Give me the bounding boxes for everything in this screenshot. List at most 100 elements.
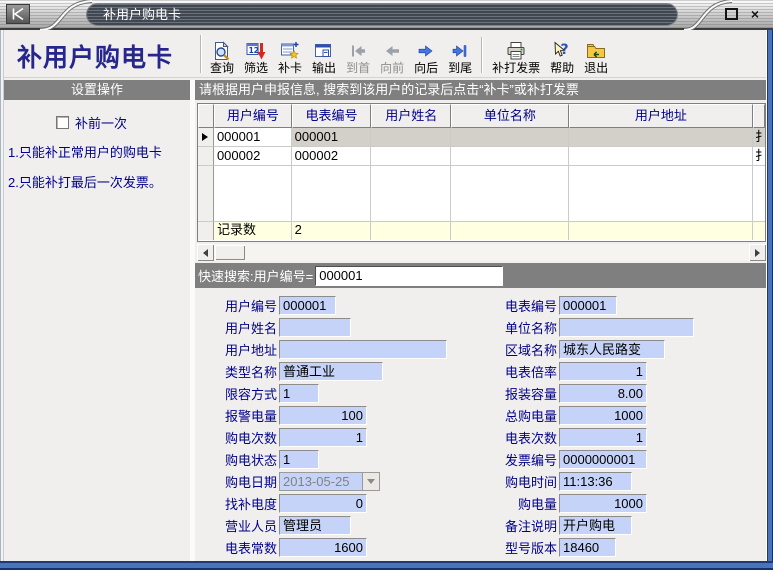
- purchase-time-field[interactable]: 11:13:36: [559, 472, 632, 491]
- help-label: 帮助: [550, 61, 574, 75]
- nav-first-icon: [348, 41, 368, 61]
- cell-meter-id[interactable]: 000002: [292, 147, 372, 166]
- help-button[interactable]: ? 帮助: [546, 40, 578, 77]
- app-window: 补用户购电卡 × 补用户购电卡: [0, 0, 773, 570]
- cell-user-id[interactable]: 000001: [214, 128, 292, 147]
- field-label: 报警电量: [213, 406, 277, 425]
- meter-id-field[interactable]: 000001: [559, 296, 617, 315]
- cell-org-name[interactable]: [451, 128, 569, 147]
- invoice-number-field[interactable]: 0000000001: [559, 450, 647, 469]
- user-name-field[interactable]: [279, 318, 351, 337]
- output-button[interactable]: 输出: [308, 40, 340, 77]
- area-name-field[interactable]: 城东人民路变: [559, 340, 665, 359]
- instruction-banner: 请根据用户申报信息, 搜索到该用户的记录后点击“补卡”或补打发票: [195, 80, 766, 100]
- user-address-field[interactable]: [279, 340, 447, 359]
- table-row[interactable]: 000001 000001 扌: [198, 128, 765, 147]
- svg-text:12: 12: [249, 46, 259, 55]
- detail-form: 用户编号000001 用户姓名 用户地址 类型名称普通工业 限容方式1 报警电量…: [195, 290, 766, 561]
- table-row[interactable]: 000002 000002 扌: [198, 147, 765, 166]
- current-row-arrow-icon: [202, 133, 208, 141]
- nav-last-button[interactable]: 到尾: [444, 40, 476, 77]
- user-table: 用户编号 电表编号 用户姓名 单位名称 用户地址 000001 000001 扌…: [197, 103, 766, 242]
- cell-user-id[interactable]: 000002: [214, 147, 292, 166]
- meter-constant-field[interactable]: 1600: [279, 538, 367, 557]
- field-label: 总购电量: [493, 406, 557, 425]
- alarm-energy-field[interactable]: 100: [279, 406, 367, 425]
- query-button[interactable]: 查询: [206, 40, 238, 77]
- quick-search-input[interactable]: [315, 266, 503, 286]
- field-label: 购电状态: [213, 450, 277, 469]
- reprint-invoice-button[interactable]: 补打发票: [488, 40, 544, 77]
- purchase-status-field[interactable]: 1: [279, 450, 319, 469]
- close-button[interactable]: ×: [747, 6, 763, 22]
- combobox-dropdown-button[interactable]: [362, 472, 380, 491]
- nav-prev-icon: [382, 41, 402, 61]
- adjustment-energy-field[interactable]: 0: [279, 494, 367, 513]
- model-version-field[interactable]: 18460: [559, 538, 616, 557]
- nav-last-icon: [450, 41, 470, 61]
- cell-overflow: 扌: [753, 147, 765, 166]
- nav-last-label: 到尾: [448, 61, 472, 75]
- cell-user-name[interactable]: [371, 147, 451, 166]
- type-name-field[interactable]: 普通工业: [279, 362, 383, 381]
- user-id-field[interactable]: 000001: [279, 296, 336, 315]
- field-label: 型号版本: [493, 538, 557, 557]
- purchase-count-field[interactable]: 1: [279, 428, 367, 447]
- operator-field[interactable]: 管理员: [279, 516, 351, 535]
- window-border-left: [0, 30, 4, 570]
- reissue-card-button[interactable]: 补卡: [274, 40, 306, 77]
- record-count-value: 2: [292, 222, 372, 240]
- cell-org-name[interactable]: [451, 147, 569, 166]
- titlebar-capsule: 补用户购电卡: [86, 3, 678, 26]
- maximize-button[interactable]: [723, 6, 739, 22]
- field-label: 购电时间: [493, 472, 557, 491]
- purchase-date-combobox[interactable]: 2013-05-25: [279, 472, 380, 491]
- org-name-field[interactable]: [559, 318, 694, 337]
- sidebar-header: 设置操作: [4, 80, 190, 100]
- search-icon: [212, 41, 232, 61]
- scrollbar-thumb[interactable]: [215, 245, 245, 260]
- remark-field[interactable]: 开户购电: [559, 516, 632, 535]
- scroll-right-button[interactable]: [749, 244, 766, 261]
- form-right-column: 电表编号000001 单位名称 区域名称城东人民路变 电表倍率1 报装容量8.0…: [493, 296, 694, 560]
- purchase-energy-field[interactable]: 1000: [559, 494, 647, 513]
- quick-search-bar: 快速搜索:用户编号=: [195, 263, 766, 288]
- nav-next-button[interactable]: 向后: [410, 40, 442, 77]
- exit-label: 退出: [584, 61, 608, 75]
- reissue-previous-label: 补前一次: [75, 113, 127, 132]
- output-label: 输出: [312, 61, 336, 75]
- maximize-icon: [725, 8, 738, 20]
- total-purchased-energy-field[interactable]: 1000: [559, 406, 647, 425]
- row-indicator-cell: [198, 147, 214, 166]
- nav-prev-button[interactable]: 向前: [376, 40, 408, 77]
- field-label: 购电次数: [213, 428, 277, 447]
- toolbar-separator: [200, 35, 202, 73]
- cell-user-address[interactable]: [569, 147, 753, 166]
- window-border-right: [766, 30, 773, 570]
- field-label: 区域名称: [493, 340, 557, 359]
- reissue-previous-checkbox[interactable]: [56, 116, 69, 129]
- nav-prev-label: 向前: [380, 61, 404, 75]
- scroll-left-button[interactable]: [197, 244, 214, 261]
- field-label: 用户姓名: [213, 318, 277, 337]
- capacity-limit-mode-field[interactable]: 1: [279, 384, 319, 403]
- nav-first-button[interactable]: 到首: [342, 40, 374, 77]
- meter-ratio-field[interactable]: 1: [559, 362, 647, 381]
- nav-first-label: 到首: [346, 61, 370, 75]
- field-label: 电表常数: [213, 538, 277, 557]
- horizontal-scrollbar[interactable]: [197, 244, 766, 261]
- exit-button[interactable]: 退出: [580, 40, 612, 77]
- chevron-down-icon: [367, 479, 375, 488]
- exit-folder-icon: [586, 41, 606, 61]
- table-footer-row: 记录数 2: [198, 222, 765, 240]
- cell-user-address[interactable]: [569, 128, 753, 147]
- filter-button[interactable]: 12 筛选: [240, 40, 272, 77]
- cell-user-name[interactable]: [371, 128, 451, 147]
- titlebar: 补用户购电卡 ×: [0, 0, 773, 30]
- table-empty-area: [198, 166, 765, 222]
- cell-meter-id[interactable]: 000001: [292, 128, 372, 147]
- meter-count-field[interactable]: 1: [559, 428, 647, 447]
- window-border-bottom: [0, 561, 773, 570]
- column-header-org-name: 单位名称: [451, 104, 569, 128]
- installed-capacity-field[interactable]: 8.00: [559, 384, 647, 403]
